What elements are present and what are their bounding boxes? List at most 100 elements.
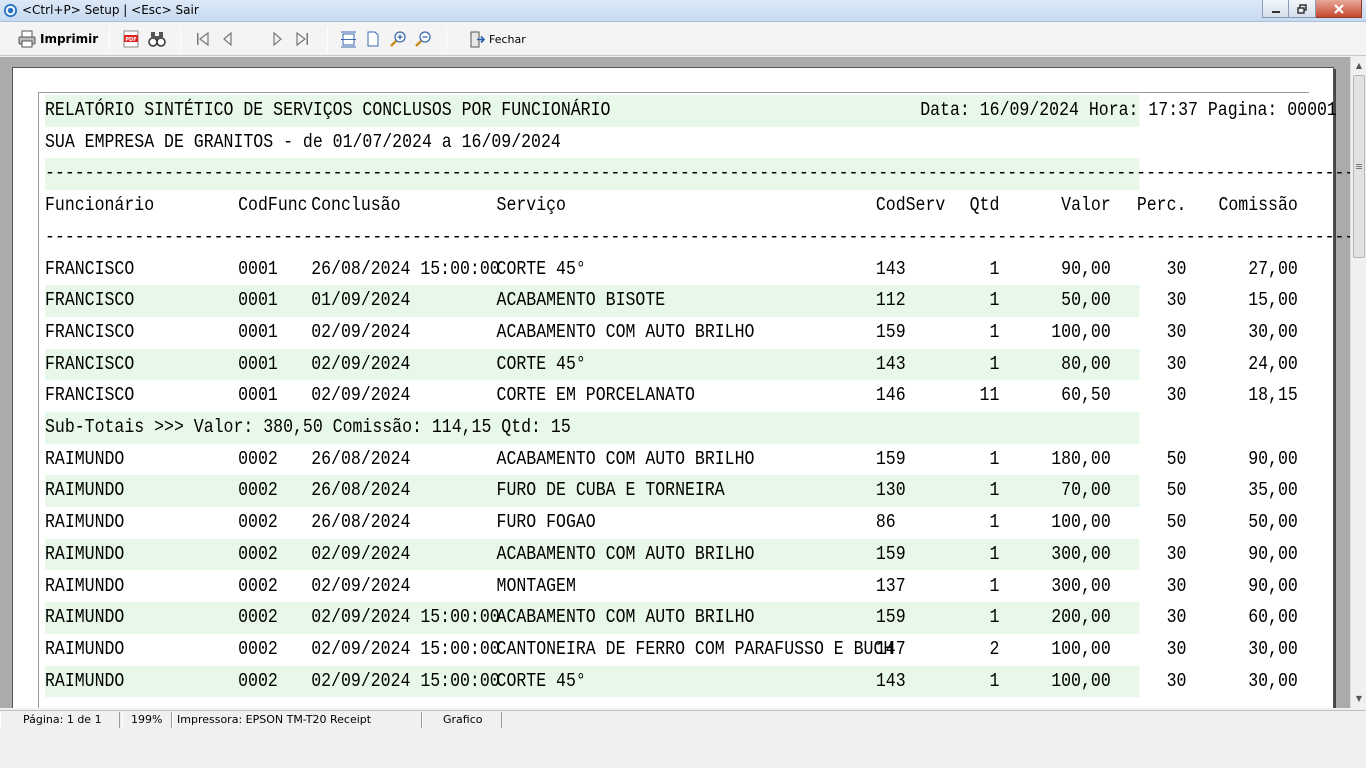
- cell-codfunc: 0002: [238, 606, 278, 629]
- cell-codfunc: 0002: [238, 669, 278, 692]
- cell-codfunc: 0001: [238, 289, 278, 312]
- cell-comissao: 30,00: [1248, 637, 1298, 660]
- cell-perc: 30: [1166, 320, 1187, 343]
- scroll-down-arrow[interactable]: ▼: [1351, 690, 1366, 706]
- cell-funcionario: RAIMUNDO: [45, 637, 125, 660]
- cell-conclusao: 02/09/2024 15:00:00: [311, 637, 500, 660]
- scrollbar-thumb[interactable]: [1353, 75, 1365, 258]
- close-preview-label: Fechar: [489, 32, 526, 46]
- last-page-button[interactable]: [294, 29, 310, 49]
- cell-servico: CANTONEIRA DE FERRO COM PARAFUSSO E BUCH: [496, 637, 894, 660]
- cell-servico: CORTE 45°: [496, 257, 586, 280]
- cell-conclusao: 26/08/2024: [311, 511, 411, 534]
- cell-servico: ACABAMENTO COM AUTO BRILHO: [496, 606, 755, 629]
- cell-codserv: 143: [875, 352, 906, 375]
- exit-door-icon: [470, 31, 485, 47]
- cell-perc: 30: [1166, 574, 1187, 597]
- close-window-button[interactable]: [1316, 0, 1362, 18]
- cell-funcionario: FRANCISCO: [45, 289, 135, 312]
- cell-codserv: 86: [875, 511, 896, 534]
- cell-qtd: 2: [989, 637, 1000, 660]
- column-header-codfunc: CodFunc: [238, 194, 308, 217]
- column-header-conclusao: Conclusão: [311, 194, 401, 217]
- cell-comissao: 18,15: [1248, 384, 1298, 407]
- app-icon: [3, 3, 18, 18]
- cell-funcionario: RAIMUNDO: [45, 479, 125, 502]
- cell-comissao: 50,00: [1248, 511, 1298, 534]
- table-row: FRANCISCO 0001 01/09/2024 ACABAMENTO BISOTE…: [45, 285, 1298, 317]
- pdf-icon: PDF: [123, 30, 139, 48]
- column-header-perc: Perc.: [1136, 194, 1187, 217]
- report-preview: RELATÓRIO SINTÉTICO DE SERVIÇOS CONCLUSO…: [0, 57, 1350, 708]
- cell-funcionario: RAIMUNDO: [45, 574, 125, 597]
- cell-comissao: 35,00: [1248, 479, 1298, 502]
- cell-codserv: 130: [875, 479, 906, 502]
- export-pdf-button[interactable]: PDF: [123, 29, 139, 49]
- binoculars-icon: [148, 32, 166, 47]
- status-page: Página: 1 de 1: [0, 712, 120, 728]
- cell-servico: MONTAGEM: [496, 574, 576, 597]
- page-width-button[interactable]: [340, 29, 357, 49]
- column-header-comissao: Comissão: [1218, 194, 1298, 217]
- cell-perc: 30: [1166, 637, 1187, 660]
- cell-servico: CORTE 45°: [496, 669, 586, 692]
- cell-codserv: 159: [875, 542, 906, 565]
- first-page-button[interactable]: [195, 29, 211, 49]
- previous-page-icon: [223, 31, 232, 47]
- table-row: RAIMUNDO 0002 02/09/2024 MONTAGEM 137 1 300,00…: [45, 571, 1298, 603]
- cell-qtd: 1: [989, 542, 1000, 565]
- column-header-funcionario: Funcionário: [45, 194, 155, 217]
- cell-funcionario: FRANCISCO: [45, 352, 135, 375]
- window-controls: [1262, 0, 1362, 18]
- zoom-out-button[interactable]: [415, 29, 432, 49]
- cell-codserv: 143: [875, 669, 906, 692]
- next-page-button[interactable]: [269, 29, 285, 49]
- first-page-icon: [197, 31, 209, 47]
- cell-qtd: 1: [989, 257, 1000, 280]
- cell-codserv: 112: [875, 289, 906, 312]
- cell-codserv: 146: [875, 384, 906, 407]
- report-content: RELATÓRIO SINTÉTICO DE SERVIÇOS CONCLUSO…: [38, 92, 1350, 708]
- report-company-line: SUA EMPRESA DE GRANITOS - de 01/07/2024 …: [45, 127, 1139, 159]
- cell-codserv: 159: [875, 447, 906, 470]
- maximize-button[interactable]: [1289, 0, 1316, 18]
- vertical-scrollbar[interactable]: ▲ ▼: [1350, 57, 1366, 708]
- cell-conclusao: 02/09/2024 15:00:00: [311, 606, 500, 629]
- zoom-in-button[interactable]: [390, 29, 407, 49]
- cell-servico: CORTE 45°: [496, 352, 586, 375]
- thumb-grip: [1356, 168, 1362, 169]
- cell-comissao: 60,00: [1248, 606, 1298, 629]
- cell-servico: CORTE EM PORCELANATO: [496, 384, 695, 407]
- cell-valor: 100,00: [1051, 511, 1111, 534]
- cell-perc: 30: [1166, 669, 1187, 692]
- page-icon: [367, 31, 379, 47]
- cell-comissao: 90,00: [1248, 542, 1298, 565]
- cell-codserv: 159: [875, 320, 906, 343]
- close-preview-button[interactable]: Fechar: [469, 29, 526, 49]
- cell-valor: 180,00: [1051, 447, 1111, 470]
- cell-qtd: 1: [989, 574, 1000, 597]
- cell-valor: 70,00: [1061, 479, 1111, 502]
- whole-page-button[interactable]: [366, 29, 380, 49]
- toolbar: Imprimir PDF Fechar: [0, 22, 1366, 56]
- toolbar-separator: [446, 27, 447, 51]
- find-button[interactable]: [148, 29, 166, 49]
- printer-icon: [18, 30, 36, 48]
- cell-codserv: 159: [875, 606, 906, 629]
- cell-comissao: 90,00: [1248, 447, 1298, 470]
- minimize-button[interactable]: [1262, 0, 1289, 18]
- table-row: RAIMUNDO 0002 26/08/2024 FURO FOGAO 86 1 100,0…: [45, 507, 1298, 539]
- cell-qtd: 1: [989, 447, 1000, 470]
- previous-page-button[interactable]: [220, 29, 236, 49]
- cell-valor: 100,00: [1051, 637, 1111, 660]
- cell-codfunc: 0001: [238, 384, 278, 407]
- cell-comissao: 27,00: [1248, 257, 1298, 280]
- cell-servico: ACABAMENTO COM AUTO BRILHO: [496, 447, 755, 470]
- print-button[interactable]: Imprimir: [18, 29, 98, 49]
- report-header-line: RELATÓRIO SINTÉTICO DE SERVIÇOS CONCLUSO…: [45, 95, 1337, 127]
- table-row: FRANCISCO 0001 02/09/2024 ACABAMENTO COM AU…: [45, 317, 1298, 349]
- report-divider: ----------------------------------------…: [45, 222, 1350, 254]
- cell-codfunc: 0002: [238, 479, 278, 502]
- scroll-up-arrow[interactable]: ▲: [1351, 57, 1366, 73]
- page-width-icon: [341, 31, 356, 47]
